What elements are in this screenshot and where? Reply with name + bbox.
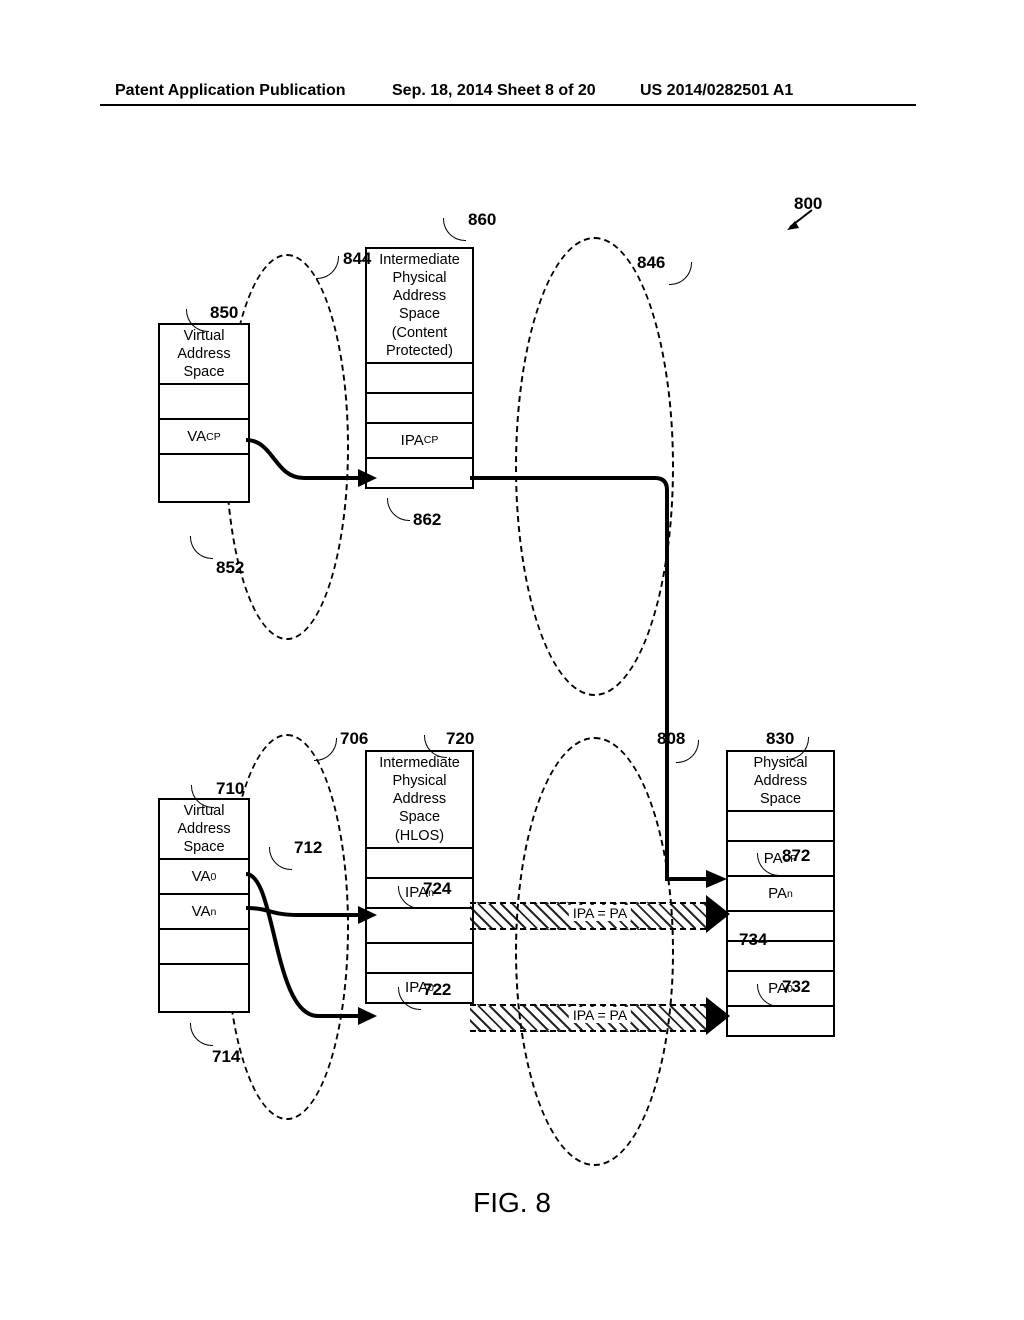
arrow-va0-to-ipa0 xyxy=(246,871,380,1026)
leader-852 xyxy=(190,536,213,559)
leader-714 xyxy=(190,1023,213,1046)
va-top-row-vacp: VACP xyxy=(160,418,248,453)
page: Patent Application Publication Sep. 18, … xyxy=(0,0,1024,1320)
map-arrow-bot: IPA = PA xyxy=(470,997,730,1035)
ipa-top-title: Intermediate Physical Address Space (Con… xyxy=(367,249,472,362)
header-center: Sep. 18, 2014 Sheet 8 of 20 xyxy=(392,82,596,100)
ref-862: 862 xyxy=(413,510,441,530)
ipa-top-box: Intermediate Physical Address Space (Con… xyxy=(365,247,474,489)
leader-722 xyxy=(398,987,421,1010)
ipa-bot-row-3 xyxy=(367,942,472,972)
pa-box: Physical Address Space PACP PAn PA0 xyxy=(726,750,835,1037)
ipa-bot-row-2 xyxy=(367,907,472,942)
ref-734: 734 xyxy=(739,930,767,950)
ref-860: 860 xyxy=(468,210,496,230)
ref-732: 732 xyxy=(782,977,810,997)
ipa-bot-box: Intermediate Physical Address Space (HLO… xyxy=(365,750,474,1004)
va-bot-row-3 xyxy=(160,963,248,1011)
ref-800-arrow xyxy=(786,209,816,231)
ref-846: 846 xyxy=(637,253,665,273)
pa-row-pan: PAn xyxy=(728,875,833,910)
ref-706: 706 xyxy=(340,729,368,749)
ref-722: 722 xyxy=(423,980,451,1000)
va-top-title: Virtual Address Space xyxy=(160,325,248,383)
ref-712: 712 xyxy=(294,838,322,858)
va-top-row-0 xyxy=(160,383,248,418)
ipa-top-row-ipacp: IPACP xyxy=(367,422,472,457)
arrow-van-to-ipan xyxy=(246,905,380,935)
ipa-bot-title: Intermediate Physical Address Space (HLO… xyxy=(367,752,472,847)
header-left: Patent Application Publication xyxy=(115,82,346,100)
ipa-top-row-0 xyxy=(367,362,472,392)
ipa-top-row-1 xyxy=(367,392,472,422)
pa-row-0 xyxy=(728,810,833,840)
ref-844: 844 xyxy=(343,249,371,269)
pa-row-6 xyxy=(728,1005,833,1035)
pa-row-pa0: PA0 xyxy=(728,970,833,1005)
stage2-oval-bot xyxy=(515,737,674,1166)
va-bot-row-2 xyxy=(160,928,248,963)
va-top-row-2 xyxy=(160,453,248,501)
va-bot-row-va0: VA0 xyxy=(160,858,248,893)
va-bot-title: Virtual Address Space xyxy=(160,800,248,858)
va-bot-row-van: VAn xyxy=(160,893,248,928)
arrow-vacp-to-ipacp xyxy=(246,438,380,493)
leader-844 xyxy=(316,256,339,279)
va-bot-box: Virtual Address Space VA0 VAn xyxy=(158,798,250,1013)
map-arrow-top: IPA = PA xyxy=(470,895,730,933)
ref-852: 852 xyxy=(216,558,244,578)
ipa-top-row-3 xyxy=(367,457,472,487)
ref-720: 720 xyxy=(446,729,474,749)
map-arrow-bot-label: IPA = PA xyxy=(569,1007,631,1023)
figure-caption: FIG. 8 xyxy=(0,1187,1024,1219)
ref-710: 710 xyxy=(216,779,244,799)
pa-title: Physical Address Space xyxy=(728,752,833,810)
header-rule xyxy=(100,104,916,106)
leader-706 xyxy=(314,738,337,761)
leader-862 xyxy=(387,498,410,521)
map-arrow-top-label: IPA = PA xyxy=(569,905,631,921)
ref-714: 714 xyxy=(212,1047,240,1067)
leader-860 xyxy=(443,218,466,241)
ref-850: 850 xyxy=(210,303,238,323)
ref-724: 724 xyxy=(423,879,451,899)
leader-846 xyxy=(669,262,692,285)
ref-872: 872 xyxy=(782,846,810,866)
header-right: US 2014/0282501 A1 xyxy=(640,82,793,100)
ipa-bot-row-0 xyxy=(367,847,472,877)
va-top-box: Virtual Address Space VACP xyxy=(158,323,250,503)
pa-row-pacp: PACP xyxy=(728,840,833,875)
